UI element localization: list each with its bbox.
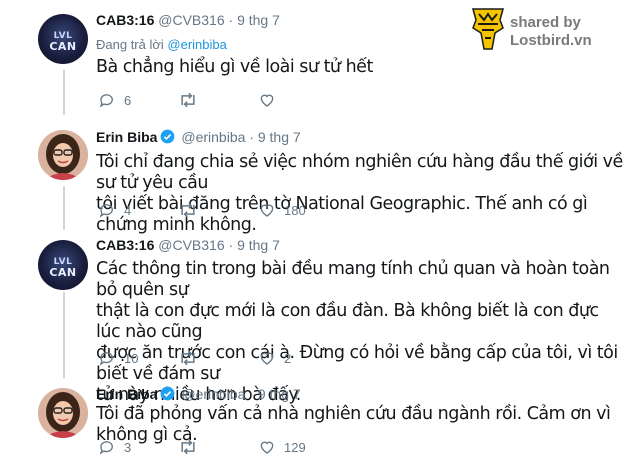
avatar-photo <box>38 388 88 438</box>
user-handle[interactable]: @erinbiba <box>181 386 245 402</box>
user-handle[interactable]: @CVB316 <box>158 237 224 253</box>
tweet-date[interactable]: 9 thg 7 <box>258 386 301 402</box>
retweet-button[interactable] <box>178 437 198 457</box>
reply-count: 6 <box>124 92 132 108</box>
tweet-date[interactable]: 9 thg 7 <box>237 12 280 28</box>
retweet-button[interactable] <box>178 200 198 220</box>
user-name[interactable]: Erin Biba <box>96 129 157 145</box>
like-button[interactable]: 180 <box>258 200 306 220</box>
tweet-date[interactable]: 9 thg 7 <box>258 129 301 145</box>
retweet-icon <box>181 92 195 108</box>
like-button[interactable]: 2 <box>258 348 291 368</box>
avatar[interactable] <box>38 388 88 438</box>
tweet-text: Tôi chỉ đang chia sẻ việc nhóm nghiên cứ… <box>96 152 623 235</box>
user-name[interactable]: CAB3:16 <box>96 237 154 253</box>
replying-prefix: Đang trả lời <box>96 37 164 52</box>
avatar-logo-main: CAN <box>49 40 77 53</box>
user-name[interactable]: Erin Biba <box>96 386 157 402</box>
replying-to-link[interactable]: @erinbiba <box>167 37 226 52</box>
avatar[interactable]: LVL CAN <box>38 14 88 64</box>
reply-button[interactable]: 10 <box>98 348 138 368</box>
verified-badge-icon <box>161 129 175 144</box>
tweet-2[interactable]: Erin Biba @erinbiba · 9 thg 7 Tôi chỉ đa… <box>0 120 639 235</box>
tweet-4[interactable]: Erin Biba @erinbiba · 9 thg 7 Tôi đã phỏ… <box>0 378 639 465</box>
reply-count: 4 <box>124 202 132 218</box>
avatar[interactable] <box>38 130 88 180</box>
tweet-date[interactable]: 9 thg 7 <box>237 237 280 253</box>
verified-badge-icon <box>161 386 175 401</box>
like-count: 2 <box>284 350 292 366</box>
reply-icon <box>99 94 113 108</box>
heart-icon <box>260 94 274 107</box>
reply-icon <box>99 352 113 366</box>
reply-count: 3 <box>124 439 132 455</box>
like-button[interactable] <box>258 90 276 110</box>
like-count: 129 <box>284 439 306 455</box>
avatar[interactable]: LVL CAN <box>38 240 88 290</box>
like-count: 180 <box>284 202 306 218</box>
reply-count: 10 <box>124 350 139 366</box>
tweet-1[interactable]: LVL CAN CAB3:16 @CVB316 · 9 thg 7 Đang tr… <box>0 0 639 120</box>
retweet-button[interactable] <box>178 90 198 110</box>
avatar-logo-main: CAN <box>49 266 77 279</box>
heart-icon <box>260 352 274 365</box>
tweet-text: Bà chẳng hiểu gì về loài sư tử hết <box>96 57 373 77</box>
retweet-icon <box>181 350 195 366</box>
heart-icon <box>260 441 274 454</box>
heart-icon <box>260 204 274 217</box>
user-handle[interactable]: @CVB316 <box>158 12 224 28</box>
retweet-icon <box>181 439 195 455</box>
tweet-text: Tôi đã phỏng vấn cả nhà nghiên cứu đầu n… <box>96 404 611 445</box>
retweet-button[interactable] <box>178 348 198 368</box>
reply-button[interactable]: 4 <box>98 200 131 220</box>
avatar-photo <box>38 130 88 180</box>
tweet-3[interactable]: LVL CAN CAB3:16 @CVB316 · 9 thg 7 Các thô… <box>0 230 639 405</box>
like-button[interactable]: 129 <box>258 437 306 457</box>
reply-icon <box>99 204 113 218</box>
reply-button[interactable]: 3 <box>98 437 131 457</box>
reply-button[interactable]: 6 <box>98 90 131 110</box>
retweet-icon <box>181 202 195 218</box>
user-name[interactable]: CAB3:16 <box>96 12 154 28</box>
reply-icon <box>99 441 113 455</box>
user-handle[interactable]: @erinbiba <box>181 129 245 145</box>
